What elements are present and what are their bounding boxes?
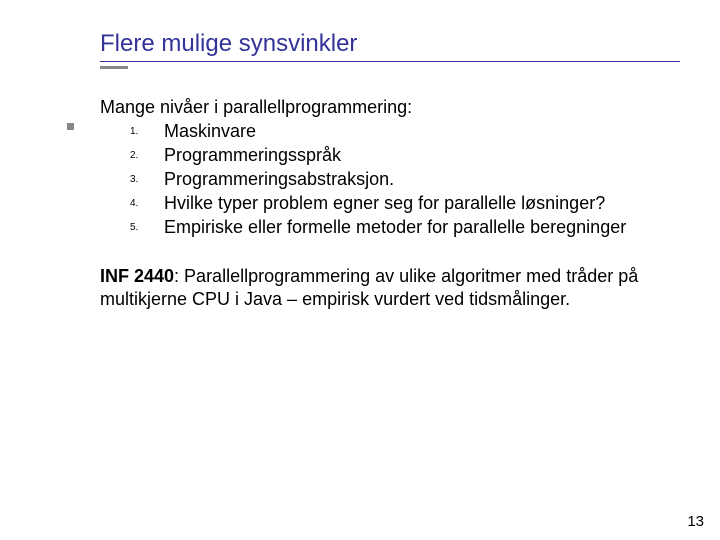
numbered-list: 1. Maskinvare 2. Programmeringsspråk 3. … [130, 120, 680, 239]
bullet-square-icon [67, 123, 74, 130]
list-text: Hvilke typer problem egner seg for paral… [164, 193, 605, 213]
course-description: : Parallellprogrammering av ulike algori… [100, 266, 638, 309]
slide-title: Flere mulige synsvinkler [100, 30, 680, 62]
list-item: 5. Empiriske eller formelle metoder for … [130, 216, 680, 239]
list-item: 3. Programmeringsabstraksjon. [130, 168, 680, 191]
title-block: Flere mulige synsvinkler [100, 30, 680, 69]
course-code: INF 2440 [100, 266, 174, 286]
list-text: Programmeringsspråk [164, 145, 341, 165]
list-number: 3. [130, 174, 138, 187]
list-item: 1. Maskinvare [130, 120, 680, 143]
list-number: 5. [130, 222, 138, 235]
page-number: 13 [687, 513, 704, 530]
list-text: Empiriske eller formelle metoder for par… [164, 217, 626, 237]
course-paragraph: INF 2440: Parallellprogrammering av ulik… [100, 265, 680, 311]
list-number: 2. [130, 150, 138, 163]
list-text: Maskinvare [164, 121, 256, 141]
list-number: 4. [130, 198, 138, 211]
list-item: 2. Programmeringsspråk [130, 144, 680, 167]
list-item: 4. Hvilke typer problem egner seg for pa… [130, 192, 680, 215]
list-number: 1. [130, 126, 138, 139]
intro-line: Mange nivåer i parallellprogrammering: [100, 97, 680, 118]
list-text: Programmeringsabstraksjon. [164, 169, 394, 189]
slide-body: Mange nivåer i parallellprogrammering: 1… [100, 97, 680, 311]
title-accent-bar [100, 66, 128, 69]
